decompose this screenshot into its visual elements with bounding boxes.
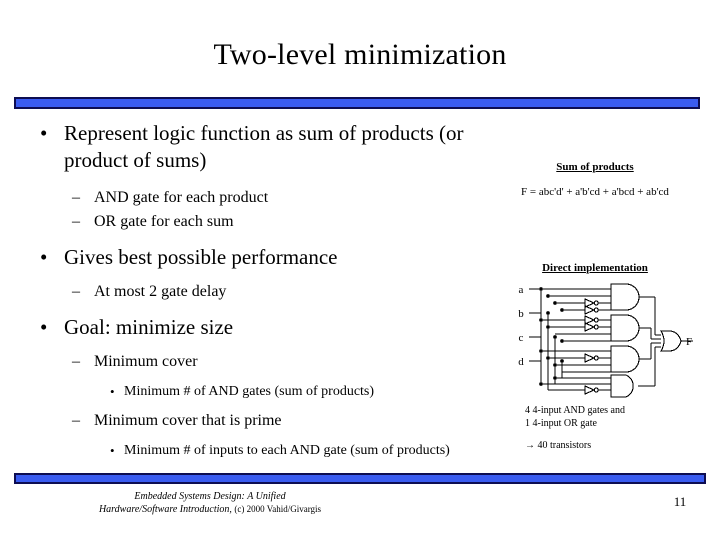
- inverter-1: [584, 298, 611, 308]
- bullet-text: AND gate for each product: [94, 189, 269, 206]
- bullet-item-5: – At most 2 gate delay: [18, 280, 488, 304]
- inverter-3: [584, 315, 611, 325]
- bullet-marker: •: [110, 384, 115, 399]
- circuit-input-label-d: d: [518, 356, 524, 368]
- divider-top: [14, 97, 700, 109]
- bullet-list: • Represent logic function as sum of pro…: [18, 120, 488, 461]
- footer-line-2-italic: Hardware/Software Introduction,: [98, 504, 232, 515]
- bullet-marker: –: [72, 353, 80, 370]
- bullet-marker: •: [110, 443, 115, 458]
- and-gate-3: [610, 345, 651, 373]
- bullet-text: Gives best possible performance: [64, 245, 338, 269]
- bullet-marker: –: [72, 283, 80, 300]
- inverter-5: [584, 353, 611, 363]
- footer: Embedded Systems Design: A Unified Hardw…: [30, 490, 390, 516]
- bullet-text: Minimum cover that is prime: [94, 412, 282, 429]
- junction-dots: [539, 287, 564, 386]
- bullet-text: Goal: minimize size: [64, 315, 234, 339]
- bullet-item-2: – AND gate for each product: [18, 186, 488, 210]
- bullet-marker: •: [40, 121, 48, 145]
- bullet-item-4: • Gives best possible performance: [18, 244, 488, 271]
- note-line-3: → 40 transistors: [525, 440, 592, 451]
- note-line-1: 4 4-input AND gates and: [525, 405, 625, 416]
- page-title: Two-level minimization: [213, 38, 507, 71]
- footer-line-2-plain: (c) 2000 Vahid/Givargis: [234, 504, 322, 514]
- bullet-item-7: – Minimum cover: [18, 350, 488, 374]
- transistor-note: 4 4-input AND gates and 1 4-input OR gat…: [525, 404, 715, 452]
- bullet-item-1: • Represent logic function as sum of pro…: [18, 120, 488, 174]
- bullet-item-9: – Minimum cover that is prime: [18, 409, 488, 433]
- bullet-item-6: • Goal: minimize size: [18, 314, 488, 341]
- bullet-item-10: • Minimum # of inputs to each AND gate (…: [18, 440, 488, 461]
- bullet-text: Minimum # of inputs to each AND gate (su…: [124, 443, 450, 458]
- bullet-item-3: – OR gate for each sum: [18, 210, 488, 234]
- circuit-input-label-b: b: [518, 308, 524, 320]
- bullet-marker: –: [72, 189, 80, 206]
- bullet-marker: –: [72, 412, 80, 429]
- inverter-4: [584, 322, 611, 332]
- footer-line-2: Hardware/Software Introduction, (c) 2000…: [30, 503, 390, 516]
- divider-bottom: [14, 473, 706, 484]
- inverter-6: [584, 385, 611, 395]
- sum-of-products-block: Sum of products F = abc'd' + a'b'cd + a'…: [480, 160, 710, 200]
- bullet-item-8: • Minimum # of AND gates (sum of product…: [18, 381, 488, 402]
- bullet-marker: •: [40, 315, 48, 339]
- bullet-text: At most 2 gate delay: [94, 283, 227, 300]
- sum-of-products-equation: F = abc'd' + a'b'cd + a'bcd + ab'cd: [521, 186, 669, 198]
- bullet-text: Minimum # of AND gates (sum of products): [124, 384, 375, 399]
- page-number: 11: [673, 494, 687, 509]
- circuit-input-label-c: c: [519, 332, 524, 344]
- bullet-text: OR gate for each sum: [94, 213, 234, 230]
- bullet-text: Represent logic function as sum of produ…: [64, 121, 464, 172]
- circuit-input-label-a: a: [519, 284, 524, 296]
- footer-line-1: Embedded Systems Design: A Unified: [134, 491, 286, 502]
- bullet-text: Minimum cover: [94, 353, 198, 370]
- circuit-output-label-f: F: [686, 336, 692, 348]
- note-line-2: 1 4-input OR gate: [525, 418, 597, 429]
- direct-implementation-heading: Direct implementation: [542, 262, 648, 274]
- bullet-marker: –: [72, 213, 80, 230]
- circuit-diagram: a b c d F: [515, 280, 695, 398]
- and-gate-4: [610, 374, 655, 398]
- and-gate-1: [610, 283, 655, 311]
- inverter-2: [584, 305, 611, 315]
- bullet-marker: •: [40, 245, 48, 269]
- circuit-svg: a b c d F: [518, 283, 693, 398]
- sum-of-products-heading: Sum of products: [556, 161, 634, 173]
- and-gate-2: [610, 314, 651, 342]
